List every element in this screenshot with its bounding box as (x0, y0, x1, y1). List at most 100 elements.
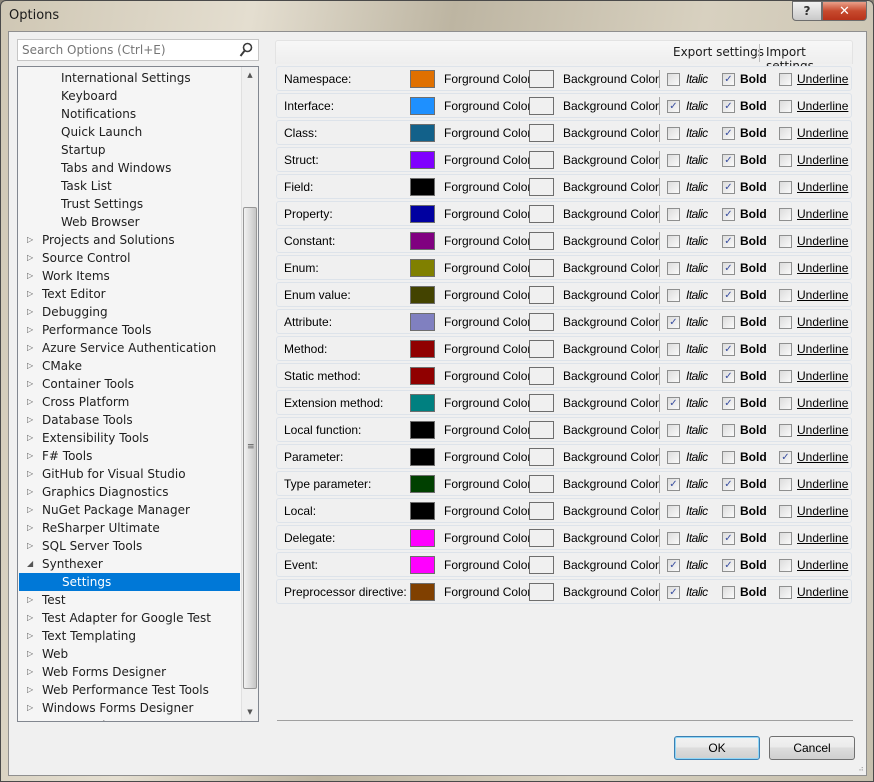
search-box[interactable] (17, 39, 259, 61)
collapsed-arrow-icon[interactable]: ▷ (27, 609, 37, 627)
italic-checkbox[interactable]: ✓ (667, 478, 680, 491)
bold-checkbox[interactable]: ✓ (722, 100, 735, 113)
underline-checkbox[interactable] (779, 424, 792, 437)
tree-item[interactable]: ▷ Web Performance Test Tools (18, 681, 240, 699)
bold-checkbox[interactable]: ✓ (722, 208, 735, 221)
background-color-swatch[interactable] (529, 232, 554, 250)
scroll-up-icon[interactable]: ▲ (242, 67, 258, 84)
collapsed-arrow-icon[interactable]: ▷ (27, 465, 37, 483)
collapsed-arrow-icon[interactable]: ▷ (27, 501, 37, 519)
background-color-swatch[interactable] (529, 448, 554, 466)
tree-item[interactable]: ▷ Azure Service Authentication (18, 339, 240, 357)
bold-checkbox[interactable]: ✓ (722, 397, 735, 410)
foreground-color-swatch[interactable] (410, 151, 435, 169)
italic-checkbox[interactable] (667, 154, 680, 167)
foreground-color-swatch[interactable] (410, 232, 435, 250)
tree-item[interactable]: ▷ Test (18, 591, 240, 609)
tree-item[interactable]: Startup (18, 141, 240, 159)
underline-checkbox[interactable] (779, 100, 792, 113)
background-color-swatch[interactable] (529, 70, 554, 88)
collapsed-arrow-icon[interactable]: ▷ (27, 267, 37, 285)
tree-item[interactable]: ▷ NuGet Package Manager (18, 501, 240, 519)
export-settings-button[interactable]: Export settings (673, 45, 764, 59)
foreground-color-swatch[interactable] (410, 259, 435, 277)
foreground-color-swatch[interactable] (410, 70, 435, 88)
underline-checkbox[interactable] (779, 235, 792, 248)
tree-item[interactable]: ▷ Text Templating (18, 627, 240, 645)
resize-grip-icon[interactable]: ⠴ (858, 765, 864, 773)
collapsed-arrow-icon[interactable]: ▷ (27, 519, 37, 537)
foreground-color-swatch[interactable] (410, 313, 435, 331)
foreground-color-swatch[interactable] (410, 529, 435, 547)
collapsed-arrow-icon[interactable]: ▷ (27, 681, 37, 699)
underline-checkbox[interactable]: ✓ (779, 451, 792, 464)
tree-item[interactable]: ▷ Test Adapter for Google Test (18, 609, 240, 627)
collapsed-arrow-icon[interactable]: ▷ (27, 483, 37, 501)
collapsed-arrow-icon[interactable]: ▷ (27, 357, 37, 375)
italic-checkbox[interactable] (667, 262, 680, 275)
bold-checkbox[interactable]: ✓ (722, 289, 735, 302)
collapsed-arrow-icon[interactable]: ▷ (27, 717, 37, 721)
collapsed-arrow-icon[interactable]: ▷ (27, 411, 37, 429)
foreground-color-swatch[interactable] (410, 124, 435, 142)
background-color-swatch[interactable] (529, 556, 554, 574)
bold-checkbox[interactable]: ✓ (722, 127, 735, 140)
italic-checkbox[interactable]: ✓ (667, 397, 680, 410)
bold-checkbox[interactable]: ✓ (722, 181, 735, 194)
background-color-swatch[interactable] (529, 475, 554, 493)
italic-checkbox[interactable]: ✓ (667, 586, 680, 599)
help-button[interactable]: ? (792, 1, 822, 21)
italic-checkbox[interactable]: ✓ (667, 559, 680, 572)
tree-item[interactable]: ▷ GitHub for Visual Studio (18, 465, 240, 483)
tree-item[interactable]: ▷ Windows Forms Designer (18, 699, 240, 717)
underline-checkbox[interactable] (779, 289, 792, 302)
search-icon[interactable] (239, 42, 253, 58)
bold-checkbox[interactable]: ✓ (722, 343, 735, 356)
collapsed-arrow-icon[interactable]: ▷ (27, 591, 37, 609)
underline-checkbox[interactable] (779, 154, 792, 167)
italic-checkbox[interactable] (667, 451, 680, 464)
tree-item[interactable]: ▷ Web (18, 645, 240, 663)
collapsed-arrow-icon[interactable]: ▷ (27, 627, 37, 645)
tree-item[interactable]: ▷ Web Forms Designer (18, 663, 240, 681)
foreground-color-swatch[interactable] (410, 97, 435, 115)
background-color-swatch[interactable] (529, 259, 554, 277)
tree-item[interactable]: ▷ SQL Server Tools (18, 537, 240, 555)
collapsed-arrow-icon[interactable]: ▷ (27, 699, 37, 717)
background-color-swatch[interactable] (529, 367, 554, 385)
background-color-swatch[interactable] (529, 394, 554, 412)
scroll-thumb[interactable]: ≡ (243, 207, 257, 689)
collapsed-arrow-icon[interactable]: ▷ (27, 231, 37, 249)
background-color-swatch[interactable] (529, 151, 554, 169)
bold-checkbox[interactable]: ✓ (722, 532, 735, 545)
foreground-color-swatch[interactable] (410, 205, 435, 223)
underline-checkbox[interactable] (779, 505, 792, 518)
tree-item[interactable]: Keyboard (18, 87, 240, 105)
background-color-swatch[interactable] (529, 124, 554, 142)
underline-checkbox[interactable] (779, 262, 792, 275)
foreground-color-swatch[interactable] (410, 394, 435, 412)
underline-checkbox[interactable] (779, 478, 792, 491)
tree-item[interactable]: ▷ Debugging (18, 303, 240, 321)
underline-checkbox[interactable] (779, 181, 792, 194)
italic-checkbox[interactable]: ✓ (667, 100, 680, 113)
bold-checkbox[interactable] (722, 586, 735, 599)
cancel-button[interactable]: Cancel (769, 736, 855, 760)
tree-item[interactable]: ▷ Text Editor (18, 285, 240, 303)
tree-item[interactable]: Tabs and Windows (18, 159, 240, 177)
tree-item[interactable]: ▷ Work Items (18, 267, 240, 285)
foreground-color-swatch[interactable] (410, 556, 435, 574)
bold-checkbox[interactable]: ✓ (722, 559, 735, 572)
tree-item[interactable]: ◢ Synthexer (18, 555, 240, 573)
foreground-color-swatch[interactable] (410, 475, 435, 493)
collapsed-arrow-icon[interactable]: ▷ (27, 537, 37, 555)
bold-checkbox[interactable]: ✓ (722, 370, 735, 383)
underline-checkbox[interactable] (779, 370, 792, 383)
foreground-color-swatch[interactable] (410, 448, 435, 466)
underline-checkbox[interactable] (779, 397, 792, 410)
italic-checkbox[interactable] (667, 235, 680, 248)
underline-checkbox[interactable] (779, 208, 792, 221)
collapsed-arrow-icon[interactable]: ▷ (27, 303, 37, 321)
background-color-swatch[interactable] (529, 421, 554, 439)
background-color-swatch[interactable] (529, 97, 554, 115)
